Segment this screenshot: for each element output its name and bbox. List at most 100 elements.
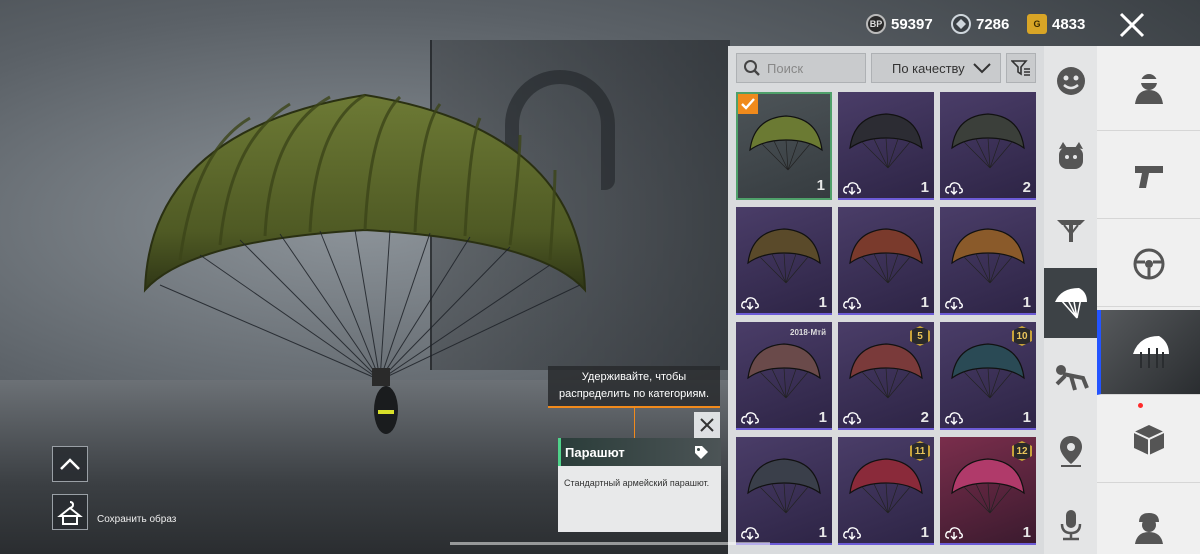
category-column-main — [1097, 46, 1200, 554]
parachute-thumbnail — [849, 343, 923, 399]
bp-icon: BP — [866, 14, 886, 34]
inventory-item[interactable]: 10 1 — [940, 322, 1036, 430]
parachute-thumbnail — [951, 113, 1025, 169]
tab-skydive[interactable] — [1044, 342, 1097, 412]
skydiver-icon — [1055, 365, 1089, 391]
inventory-item[interactable]: 11 1 — [838, 437, 934, 545]
inventory-item[interactable]: 12 1 — [940, 437, 1036, 545]
tab-weapons[interactable] — [1097, 134, 1200, 219]
item-quantity: 1 — [818, 409, 827, 426]
item-info-header: Парашют — [558, 438, 721, 466]
rarity-bar — [940, 428, 1036, 430]
item-description: Стандартный армейский парашют. — [564, 478, 710, 488]
tab-voice[interactable] — [1044, 490, 1097, 554]
inventory-item[interactable]: 1 — [838, 92, 934, 200]
parachute-icon — [1054, 288, 1087, 319]
cloud-download-icon — [945, 527, 963, 540]
inventory-item[interactable]: 1 — [736, 437, 832, 545]
gold-value: 4833 — [1052, 15, 1086, 33]
expand-up-button[interactable] — [52, 446, 88, 482]
cloud-download-icon — [945, 182, 963, 195]
item-quantity: 1 — [920, 179, 929, 196]
notification-dot — [1138, 403, 1143, 408]
search-input[interactable]: Поиск — [736, 53, 866, 83]
search-placeholder: Поиск — [767, 60, 804, 76]
emote-face-icon — [1056, 67, 1085, 95]
character-icon — [1134, 74, 1163, 104]
parachute-preview[interactable] — [140, 90, 590, 440]
cloud-download-icon — [945, 412, 963, 425]
tab-vehicles[interactable] — [1097, 222, 1200, 307]
rarity-bar — [838, 543, 934, 545]
rarity-bar — [838, 428, 934, 430]
parachute-thumbnail — [849, 113, 923, 169]
category-column-secondary — [1044, 46, 1097, 554]
parachute-thumbnail — [951, 228, 1025, 284]
tab-emotes[interactable] — [1044, 46, 1097, 116]
tab-pets[interactable] — [1044, 121, 1097, 191]
tab-landing[interactable] — [1044, 416, 1097, 486]
item-quantity: 1 — [1022, 409, 1031, 426]
parachute-thumbnail — [749, 115, 823, 171]
item-quantity: 1 — [1022, 524, 1031, 541]
parachute-thumbnail — [951, 343, 1025, 399]
inventory-item[interactable]: 1 — [838, 207, 934, 315]
item-grid: 1 1 2 1 1 1 2018·Мтй 1 5 2 10 1 1 11 1 12 1 — [736, 92, 1036, 552]
item-quantity: 1 — [816, 177, 825, 194]
silver-coin-icon — [951, 14, 971, 34]
sort-dropdown[interactable]: По качеству — [871, 53, 1001, 83]
gold-currency: G 4833 — [1027, 12, 1085, 36]
rarity-bar — [736, 313, 832, 315]
equipped-check-icon — [738, 94, 758, 114]
cloud-download-icon — [741, 412, 759, 425]
parachute-thumbnail — [747, 228, 821, 284]
tab-crates[interactable] — [1097, 398, 1200, 483]
inventory-item[interactable]: 1 — [736, 92, 832, 200]
save-outfit-label: Сохранить образ — [97, 514, 177, 525]
tab-profile[interactable] — [1097, 486, 1200, 554]
tab-air-items[interactable] — [1097, 310, 1200, 395]
save-outfit-button[interactable] — [52, 494, 88, 530]
soldier-icon — [1134, 513, 1163, 544]
search-icon — [744, 60, 760, 76]
tooltip-close-button[interactable] — [694, 412, 720, 438]
bp-currency: BP 59397 — [866, 12, 933, 36]
item-quantity: 1 — [818, 294, 827, 311]
location-pin-icon — [1059, 436, 1082, 467]
glider-icon — [1056, 220, 1085, 242]
item-quantity: 2 — [1022, 179, 1031, 196]
filter-button[interactable] — [1006, 53, 1036, 83]
inventory-item[interactable]: 2018·Мтй 1 — [736, 322, 832, 430]
hanger-icon — [57, 501, 83, 525]
parachute-thumbnail — [951, 458, 1025, 514]
cloud-download-icon — [843, 182, 861, 195]
rarity-bar — [838, 313, 934, 315]
item-quantity: 1 — [1022, 294, 1031, 311]
cloud-download-icon — [741, 527, 759, 540]
g-coin-icon: G — [1027, 14, 1047, 34]
rarity-bar — [940, 543, 1036, 545]
tab-glider[interactable] — [1044, 194, 1097, 264]
tab-outfit[interactable] — [1097, 46, 1200, 131]
cloud-download-icon — [945, 297, 963, 310]
inventory-item[interactable]: 1 — [940, 207, 1036, 315]
item-name: Парашют — [565, 444, 625, 460]
close-button[interactable] — [1115, 8, 1149, 42]
rarity-bar — [736, 428, 832, 430]
inventory-item[interactable]: 2 — [940, 92, 1036, 200]
inventory-item[interactable]: 1 — [736, 207, 832, 315]
inventory-item[interactable]: 52 — [838, 322, 934, 430]
filter-icon — [1011, 60, 1030, 76]
pet-icon — [1058, 142, 1083, 169]
chevron-down-icon — [973, 63, 991, 74]
item-tag: 2018·Мтй — [790, 328, 826, 337]
parachute-thumbnail — [747, 343, 821, 399]
item-quantity: 1 — [920, 294, 929, 311]
tag-icon — [695, 446, 708, 459]
tab-parachute[interactable] — [1044, 268, 1097, 338]
cloud-download-icon — [843, 412, 861, 425]
steering-wheel-icon — [1133, 248, 1164, 280]
inventory-panel: Поиск По качеству 1 1 2 1 1 1 2018·Мтй 1 5 2 10 1 1 1… — [728, 46, 1044, 554]
chevron-up-icon — [60, 458, 80, 470]
parachute-thumbnail — [849, 458, 923, 514]
